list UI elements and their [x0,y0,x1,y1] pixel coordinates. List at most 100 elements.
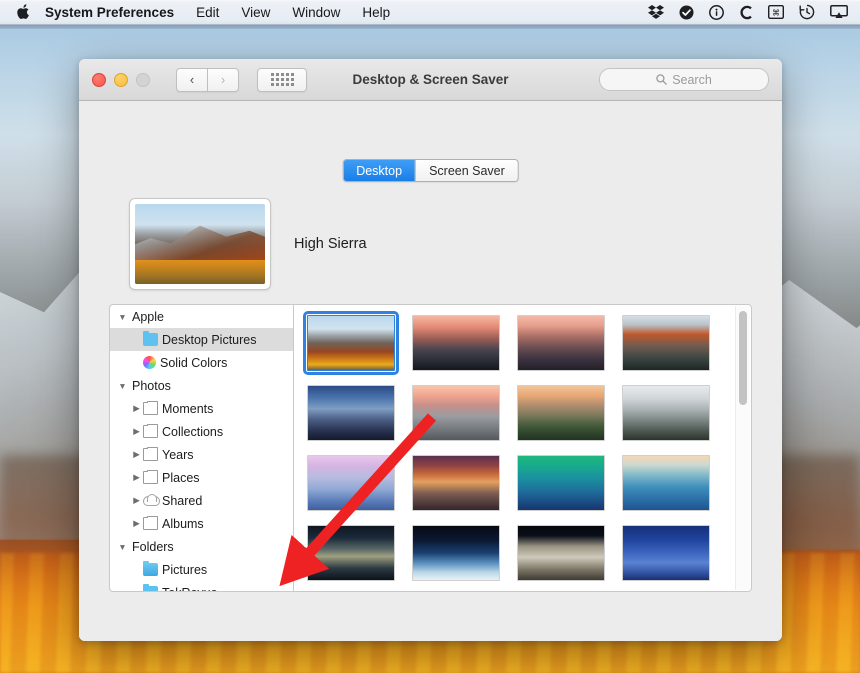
wallpaper-thumbnail[interactable] [307,525,395,581]
chevron-left-icon: ‹ [189,72,195,87]
disclosure-open-icon[interactable] [116,381,129,391]
minimize-button[interactable] [114,72,128,87]
colorwheel-icon [143,356,156,369]
search-placeholder: Search [672,72,712,87]
sidebar-item-desktop-pictures[interactable]: Desktop Pictures [110,328,293,351]
dropbox-icon[interactable] [648,5,664,19]
tab-screen-saver[interactable]: Screen Saver [415,160,518,181]
checkmark-circle-icon[interactable] [679,5,694,20]
sidebar-item-label: Desktop Pictures [162,332,257,347]
source-list[interactable]: Apple Desktop Pictures Solid Colors Photos M… [109,304,293,592]
menu-bar-status-area: ⌘ [648,4,860,20]
wallpaper-thumbnail[interactable] [517,455,605,511]
wallpaper-thumbnail[interactable] [412,315,500,371]
sidebar-item-tekrevue[interactable]: TekRevue [110,581,293,592]
sidebar-item-label: Places [162,470,200,485]
grid-dots-icon [270,73,294,86]
apple-logo-icon[interactable] [0,4,42,20]
wallpaper-thumbnail[interactable] [307,455,395,511]
show-all-button[interactable] [257,67,307,92]
tab-desktop[interactable]: Desktop [343,160,416,181]
sidebar-item-label: TekRevue [162,586,218,592]
photostack-icon [143,470,158,484]
menu-bar: System Preferences Edit View Window Help… [0,0,860,25]
grid-scrollbar[interactable] [735,306,750,590]
search-icon [656,74,668,85]
sidebar-item-label: Moments [162,401,214,416]
navigation-buttons: ‹ › [176,67,239,92]
search-input[interactable]: Search [599,68,769,91]
disclosure-closed-icon[interactable] [130,449,143,460]
disclosure-open-icon[interactable] [116,312,129,322]
forward-button[interactable]: › [207,67,239,92]
time-machine-icon[interactable] [799,4,815,20]
disclosure-closed-icon[interactable] [130,403,143,414]
keyboard-input-icon[interactable]: ⌘ [768,5,784,19]
folder-pictures-icon [143,560,158,576]
wallpaper-thumbnail[interactable] [412,385,500,441]
current-wallpaper-name: High Sierra [294,236,367,252]
current-wallpaper-preview: High Sierra [129,198,367,290]
disclosure-closed-icon[interactable] [130,426,143,437]
chevron-right-icon: › [220,72,226,87]
sidebar-item-solid-colors[interactable]: Solid Colors [110,351,293,374]
wallpaper-grid-items [294,305,737,591]
wallpaper-thumbnail[interactable] [303,311,399,375]
window-traffic-lights [79,72,150,87]
wallpaper-thumbnail[interactable] [622,315,710,371]
photostack-icon [143,447,158,461]
sidebar-item-places[interactable]: Places [110,466,293,489]
photostack-icon [143,516,158,530]
source-and-grid-panel: Apple Desktop Pictures Solid Colors Photos M… [109,304,752,592]
wallpaper-thumbnail[interactable] [517,385,605,441]
sidebar-item-collections[interactable]: Collections [110,420,293,443]
preference-pane-content: Desktop Screen Saver High Sierra Apple De… [79,101,782,641]
photostack-icon [143,424,158,438]
wallpaper-grid[interactable] [293,304,752,592]
disclosure-closed-icon[interactable] [130,472,143,483]
sidebar-item-label: Albums [162,516,204,531]
sidebar-item-years[interactable]: Years [110,443,293,466]
wallpaper-thumbnail[interactable] [412,455,500,511]
folder-blue-icon [143,330,158,346]
disclosure-closed-icon[interactable] [130,495,143,506]
system-preferences-window: ‹ › Desktop & Screen Saver Search Deskto… [79,59,782,641]
airplay-icon[interactable] [830,5,848,19]
photostack-icon [143,401,158,415]
disclosure-open-icon[interactable] [116,542,129,552]
wallpaper-thumbnail[interactable] [412,525,500,581]
sidebar-item-shared[interactable]: Shared [110,489,293,512]
sidebar-item-label: Folders [132,539,174,554]
menu-item-help[interactable]: Help [351,5,401,20]
menu-item-edit[interactable]: Edit [185,5,230,20]
sidebar-item-label: Collections [162,424,224,439]
close-button[interactable] [92,72,106,87]
c-letter-icon[interactable] [739,5,753,20]
sidebar-item-apple[interactable]: Apple [110,305,293,328]
sidebar-item-photos[interactable]: Photos [110,374,293,397]
grid-scrollbar-thumb[interactable] [739,311,747,405]
disclosure-closed-icon[interactable] [130,518,143,529]
menu-item-window[interactable]: Window [281,5,351,20]
wallpaper-thumbnail[interactable] [622,385,710,441]
folder-blue-icon [143,583,158,591]
wallpaper-thumbnail[interactable] [517,525,605,581]
sidebar-item-pictures[interactable]: Pictures [110,558,293,581]
wallpaper-thumbnail[interactable] [622,455,710,511]
back-button[interactable]: ‹ [176,67,207,92]
menu-item-system-preferences[interactable]: System Preferences [42,5,185,20]
tab-bar: Desktop Screen Saver [342,159,519,182]
sidebar-item-folders[interactable]: Folders [110,535,293,558]
sidebar-item-label: Apple [132,309,164,324]
high-sierra-preview-image [135,204,265,284]
info-circle-icon[interactable] [709,4,724,20]
sidebar-item-albums[interactable]: Albums [110,512,293,535]
wallpaper-thumbnail[interactable] [307,385,395,441]
menu-item-view[interactable]: View [230,5,281,20]
svg-text:⌘: ⌘ [772,8,780,17]
preview-thumbnail[interactable] [129,198,271,290]
cloud-icon [143,493,160,506]
wallpaper-thumbnail[interactable] [517,315,605,371]
wallpaper-thumbnail[interactable] [622,525,710,581]
sidebar-item-moments[interactable]: Moments [110,397,293,420]
